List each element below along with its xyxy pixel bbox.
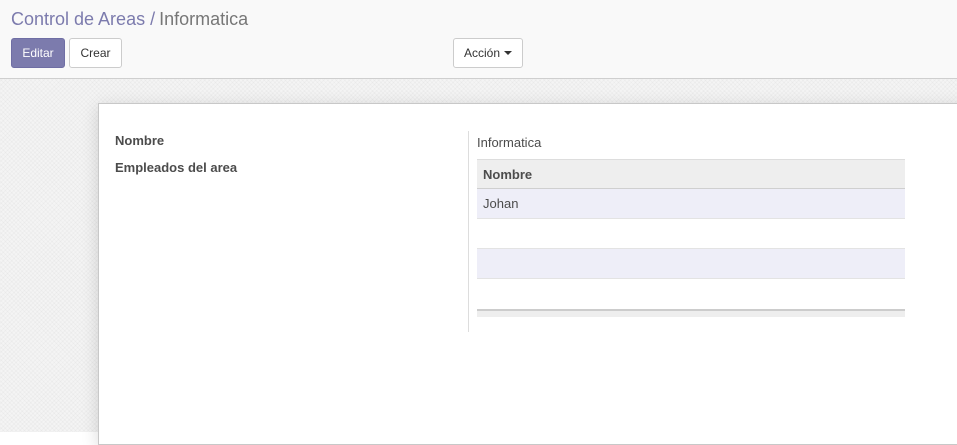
create-button-label: Crear: [80, 46, 111, 60]
table-header: Nombre: [477, 159, 905, 189]
breadcrumb-separator: /: [150, 9, 156, 29]
create-button[interactable]: Crear: [69, 38, 122, 68]
breadcrumb-parent-link[interactable]: Control de Areas: [11, 9, 145, 29]
field-separator: [468, 131, 469, 332]
employees-field-label: Empleados del area: [115, 160, 238, 175]
caret-down-icon: [504, 51, 513, 55]
table-row[interactable]: Johan: [477, 189, 905, 219]
column-header-nombre[interactable]: Nombre: [483, 167, 532, 182]
employees-table: Nombre Johan: [477, 159, 905, 317]
table-row-empty: [477, 219, 905, 249]
table-footer: [477, 309, 905, 317]
breadcrumb-current: Informatica: [159, 9, 249, 29]
name-field-value: Informatica: [477, 135, 542, 150]
table-row-empty: [477, 279, 905, 309]
form-sheet: Nombre Empleados del area Informatica No…: [98, 103, 957, 445]
table-row-empty: [477, 249, 905, 279]
name-field-label: Nombre: [115, 133, 165, 148]
control-panel: Control de Areas / Informatica Editar Crea…: [0, 0, 957, 79]
table-cell-nombre: Johan: [483, 196, 519, 211]
action-button-label: Acción: [463, 46, 501, 60]
form-view-background: Nombre Empleados del area Informatica No…: [0, 79, 957, 445]
action-dropdown-button[interactable]: Acción: [453, 38, 523, 68]
edit-button[interactable]: Editar: [11, 38, 65, 68]
breadcrumb: Control de Areas / Informatica: [11, 8, 248, 30]
edit-button-label: Editar: [22, 46, 54, 60]
